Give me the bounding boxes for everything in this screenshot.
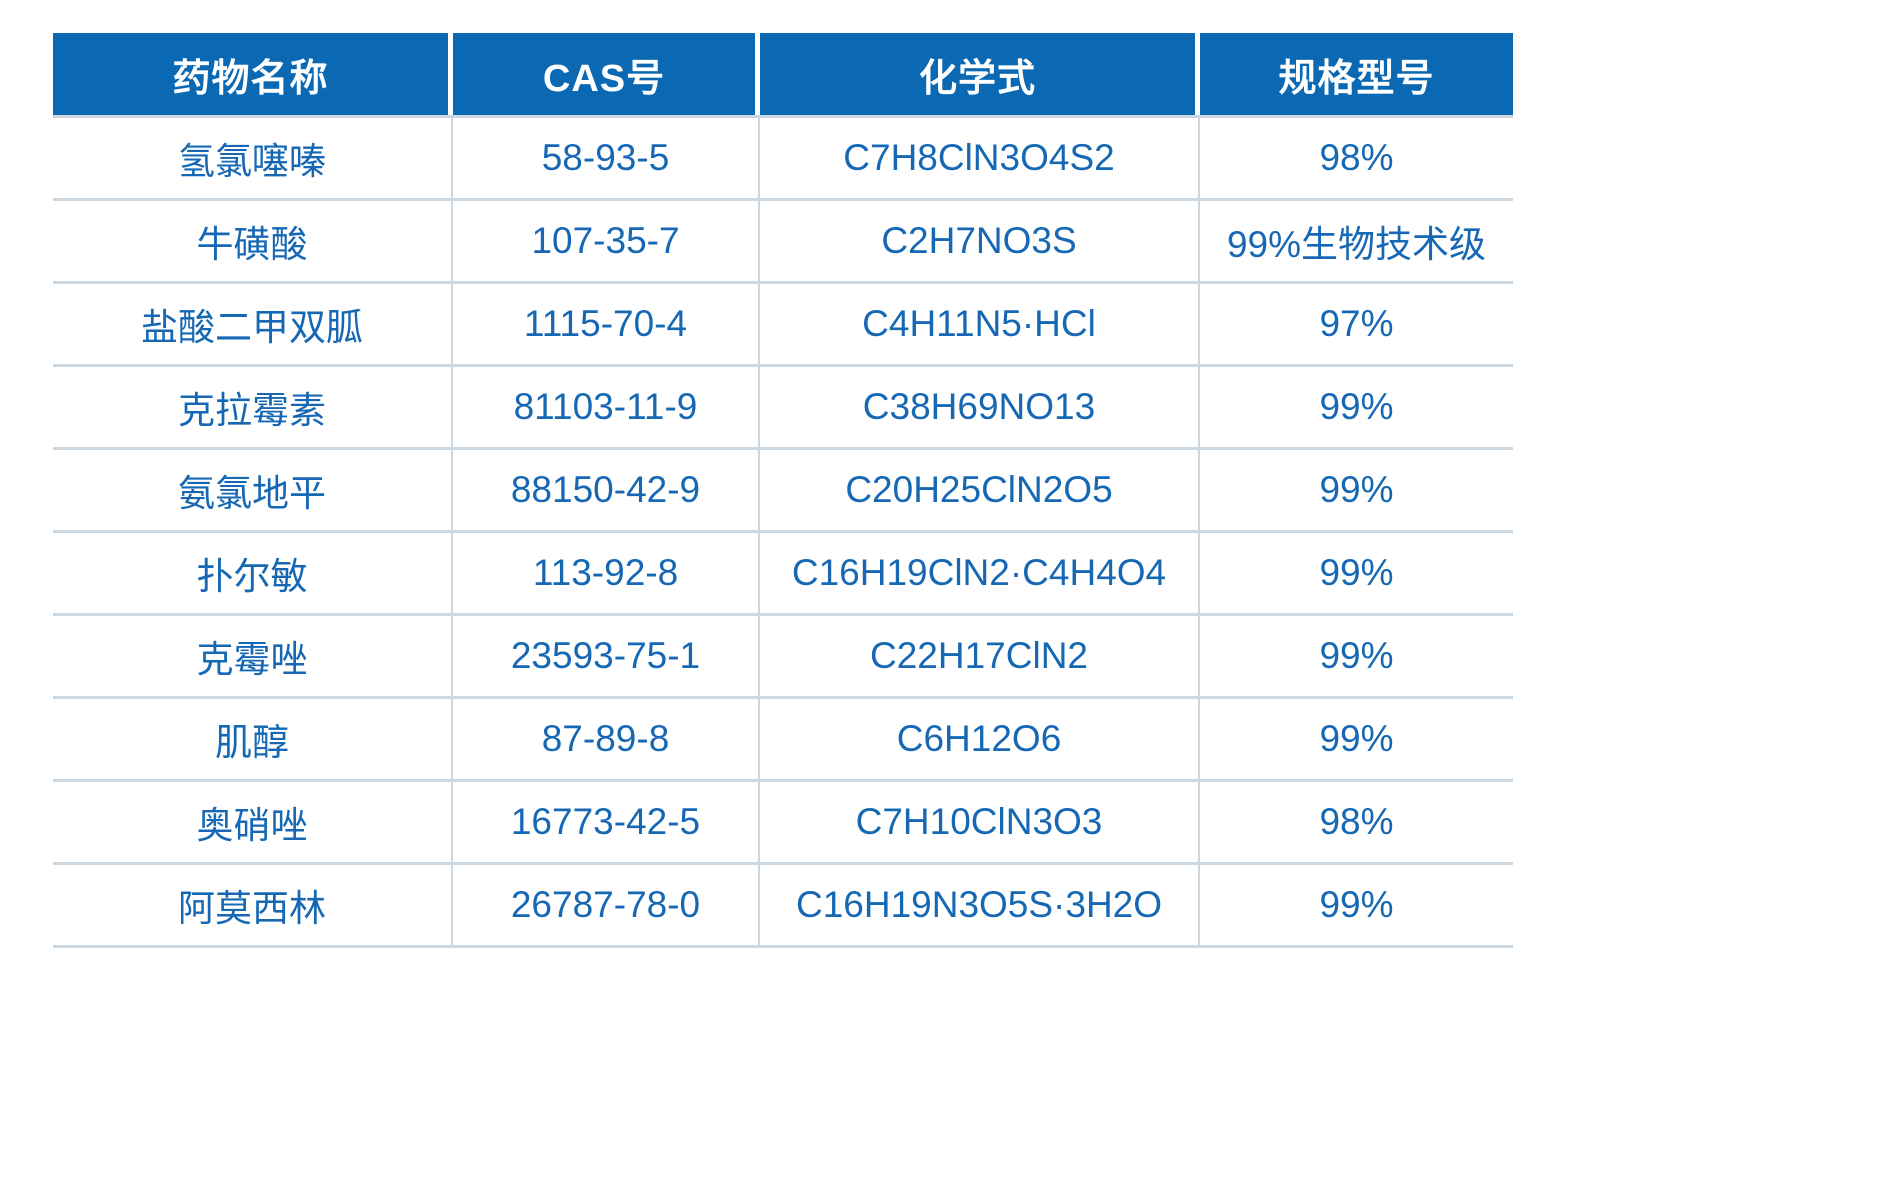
cell-specification: 99% bbox=[1200, 699, 1513, 782]
page-root: 药物名称 CAS号 化学式 规格型号 氢氯噻嗪 58-93-5 C7H8ClN3… bbox=[0, 0, 1888, 1186]
cell-drug-name: 阿莫西林 bbox=[53, 865, 453, 948]
cell-specification: 99% bbox=[1200, 616, 1513, 699]
column-header-cas-number[interactable]: CAS号 bbox=[453, 33, 760, 115]
cell-cas-number: 81103-11-9 bbox=[453, 367, 760, 450]
cell-cas-number: 1115-70-4 bbox=[453, 284, 760, 367]
table-row: 阿莫西林 26787-78-0 C16H19N3O5S·3H2O 99% bbox=[53, 865, 1513, 948]
cell-drug-name: 氢氯噻嗪 bbox=[53, 115, 453, 201]
cell-cas-number: 107-35-7 bbox=[453, 201, 760, 284]
cell-cas-number: 113-92-8 bbox=[453, 533, 760, 616]
cell-drug-name: 氨氯地平 bbox=[53, 450, 453, 533]
table-row: 克霉唑 23593-75-1 C22H17ClN2 99% bbox=[53, 616, 1513, 699]
cell-drug-name: 奥硝唑 bbox=[53, 782, 453, 865]
cell-chemical-formula: C16H19N3O5S·3H2O bbox=[760, 865, 1200, 948]
cell-specification: 97% bbox=[1200, 284, 1513, 367]
cell-specification: 98% bbox=[1200, 115, 1513, 201]
cell-drug-name: 扑尔敏 bbox=[53, 533, 453, 616]
cell-chemical-formula: C16H19ClN2·C4H4O4 bbox=[760, 533, 1200, 616]
header-row: 药物名称 CAS号 化学式 规格型号 bbox=[53, 33, 1513, 115]
cell-drug-name: 牛磺酸 bbox=[53, 201, 453, 284]
column-header-specification[interactable]: 规格型号 bbox=[1200, 33, 1513, 115]
cell-specification: 99% bbox=[1200, 450, 1513, 533]
cell-drug-name: 克霉唑 bbox=[53, 616, 453, 699]
cell-chemical-formula: C2H7NO3S bbox=[760, 201, 1200, 284]
cell-cas-number: 87-89-8 bbox=[453, 699, 760, 782]
cell-chemical-formula: C20H25ClN2O5 bbox=[760, 450, 1200, 533]
cell-chemical-formula: C4H11N5·HCl bbox=[760, 284, 1200, 367]
drug-table-container: 药物名称 CAS号 化学式 规格型号 氢氯噻嗪 58-93-5 C7H8ClN3… bbox=[53, 33, 1513, 948]
cell-chemical-formula: C7H10ClN3O3 bbox=[760, 782, 1200, 865]
table-body: 氢氯噻嗪 58-93-5 C7H8ClN3O4S2 98% 牛磺酸 107-35… bbox=[53, 115, 1513, 948]
table-row: 盐酸二甲双胍 1115-70-4 C4H11N5·HCl 97% bbox=[53, 284, 1513, 367]
cell-specification: 99% bbox=[1200, 533, 1513, 616]
cell-drug-name: 肌醇 bbox=[53, 699, 453, 782]
table-header: 药物名称 CAS号 化学式 规格型号 bbox=[53, 33, 1513, 115]
cell-chemical-formula: C7H8ClN3O4S2 bbox=[760, 115, 1200, 201]
column-header-chemical-formula[interactable]: 化学式 bbox=[760, 33, 1200, 115]
table-row: 氢氯噻嗪 58-93-5 C7H8ClN3O4S2 98% bbox=[53, 115, 1513, 201]
cell-cas-number: 26787-78-0 bbox=[453, 865, 760, 948]
cell-chemical-formula: C38H69NO13 bbox=[760, 367, 1200, 450]
cell-specification: 98% bbox=[1200, 782, 1513, 865]
cell-cas-number: 88150-42-9 bbox=[453, 450, 760, 533]
table-row: 牛磺酸 107-35-7 C2H7NO3S 99%生物技术级 bbox=[53, 201, 1513, 284]
table-row: 氨氯地平 88150-42-9 C20H25ClN2O5 99% bbox=[53, 450, 1513, 533]
column-header-drug-name[interactable]: 药物名称 bbox=[53, 33, 453, 115]
cell-specification: 99% bbox=[1200, 367, 1513, 450]
table-row: 奥硝唑 16773-42-5 C7H10ClN3O3 98% bbox=[53, 782, 1513, 865]
drug-specification-table: 药物名称 CAS号 化学式 规格型号 氢氯噻嗪 58-93-5 C7H8ClN3… bbox=[53, 33, 1513, 948]
cell-chemical-formula: C6H12O6 bbox=[760, 699, 1200, 782]
cell-cas-number: 58-93-5 bbox=[453, 115, 760, 201]
cell-drug-name: 克拉霉素 bbox=[53, 367, 453, 450]
cell-cas-number: 23593-75-1 bbox=[453, 616, 760, 699]
cell-cas-number: 16773-42-5 bbox=[453, 782, 760, 865]
cell-chemical-formula: C22H17ClN2 bbox=[760, 616, 1200, 699]
table-row: 克拉霉素 81103-11-9 C38H69NO13 99% bbox=[53, 367, 1513, 450]
cell-specification: 99%生物技术级 bbox=[1200, 201, 1513, 284]
table-row: 扑尔敏 113-92-8 C16H19ClN2·C4H4O4 99% bbox=[53, 533, 1513, 616]
table-row: 肌醇 87-89-8 C6H12O6 99% bbox=[53, 699, 1513, 782]
cell-drug-name: 盐酸二甲双胍 bbox=[53, 284, 453, 367]
cell-specification: 99% bbox=[1200, 865, 1513, 948]
